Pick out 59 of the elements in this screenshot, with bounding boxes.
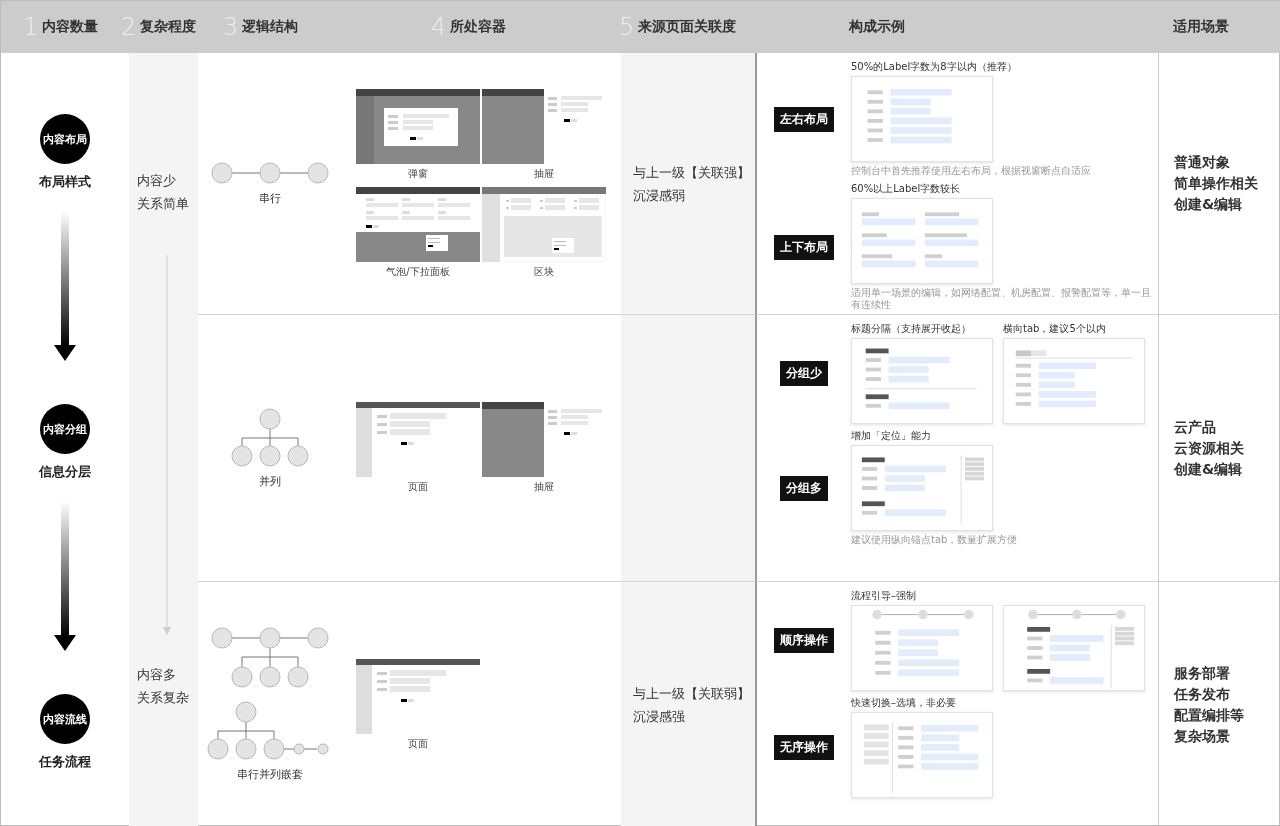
- complexity-text: 内容少: [137, 172, 177, 190]
- container-label: 抽屉: [534, 480, 554, 494]
- example-note: 建议使用纵向锚点tab，数量扩展方便: [851, 534, 1018, 546]
- container-label: 页面: [408, 480, 428, 494]
- example-title: 60%以上Label字数较长: [851, 183, 962, 195]
- container-label: 气泡/下拉面板: [386, 264, 450, 279]
- down-arrow-icon: [54, 501, 76, 651]
- container-label: 区块: [534, 264, 554, 279]
- scenario-text: 复杂场景: [1174, 726, 1231, 746]
- layout-tag: 左右布局: [774, 106, 834, 132]
- example-title: 横向tab，建议5个以内: [1003, 323, 1107, 335]
- container-label: 抽屉: [534, 166, 554, 181]
- container-label: 弹窗: [408, 166, 428, 181]
- scenario-text: 云产品: [1174, 417, 1217, 437]
- relation-text: 与上一级【关联弱】: [633, 684, 751, 703]
- structure-label: 串行: [258, 191, 281, 206]
- scenario-text: 简单操作相关: [1174, 174, 1259, 193]
- column-header: 适用场景: [1173, 18, 1229, 36]
- scenario-text: 配置编排等: [1174, 705, 1245, 725]
- relation-text: 沉浸感弱: [633, 186, 686, 205]
- complexity-text: 关系简单: [137, 195, 190, 213]
- scenario-text: 创建&编辑: [1174, 459, 1244, 479]
- layout-tag: 分组多: [780, 475, 828, 501]
- scenario-text: 任务发布: [1174, 684, 1231, 704]
- column-header: 构成示例: [849, 18, 905, 36]
- structure-label: 并列: [258, 473, 281, 489]
- layout-tag: 上下布局: [774, 234, 834, 260]
- container-label: 页面: [408, 736, 428, 751]
- example-title: 标题分隔（支持展开收起）: [851, 323, 972, 335]
- scenario-text: 服务部署: [1174, 663, 1231, 683]
- step-badge: 内容流线: [40, 694, 90, 744]
- column-header: 来源页面关联度: [638, 18, 737, 36]
- example-title: 50%的Label字数为8字以内（推荐）: [851, 61, 1018, 73]
- scenario-text: 创建&编辑: [1174, 195, 1244, 214]
- structure-label: 串行并列嵌套: [236, 767, 303, 782]
- example-title: 流程引导–强制: [851, 590, 917, 602]
- column-header: 内容数量: [42, 18, 99, 36]
- example-title: 增加「定位」能力: [851, 430, 932, 442]
- column-header: 逻辑结构: [242, 18, 299, 36]
- step-badge: 内容布局: [40, 114, 90, 164]
- column-header: 所处容器: [450, 18, 507, 36]
- scenario-text: 普通对象: [1174, 153, 1231, 172]
- example-note: 控制台中首先推荐使用左右布局，根据视窗断点自适应: [851, 165, 1091, 177]
- layout-tag: 无序操作: [774, 735, 834, 760]
- step-badge: 内容分组: [40, 404, 90, 454]
- layout-tag: 顺序操作: [774, 628, 834, 653]
- step-caption: 信息分层: [39, 463, 91, 481]
- down-arrow-icon: [163, 255, 171, 635]
- layout-tag: 分组少: [780, 361, 828, 386]
- complexity-text: 内容多: [137, 666, 177, 684]
- down-arrow-icon: [54, 211, 76, 361]
- scenario-text: 云资源相关: [1174, 438, 1245, 458]
- relation-text: 与上一级【关联强】: [633, 163, 751, 182]
- column-header: 复杂程度: [140, 18, 197, 36]
- relation-text: 沉浸感强: [633, 707, 686, 726]
- example-title: 快速切换–选填，非必要: [851, 697, 957, 709]
- step-caption: 任务流程: [39, 753, 91, 771]
- step-caption: 布局样式: [39, 173, 91, 191]
- complexity-text: 关系复杂: [137, 689, 190, 707]
